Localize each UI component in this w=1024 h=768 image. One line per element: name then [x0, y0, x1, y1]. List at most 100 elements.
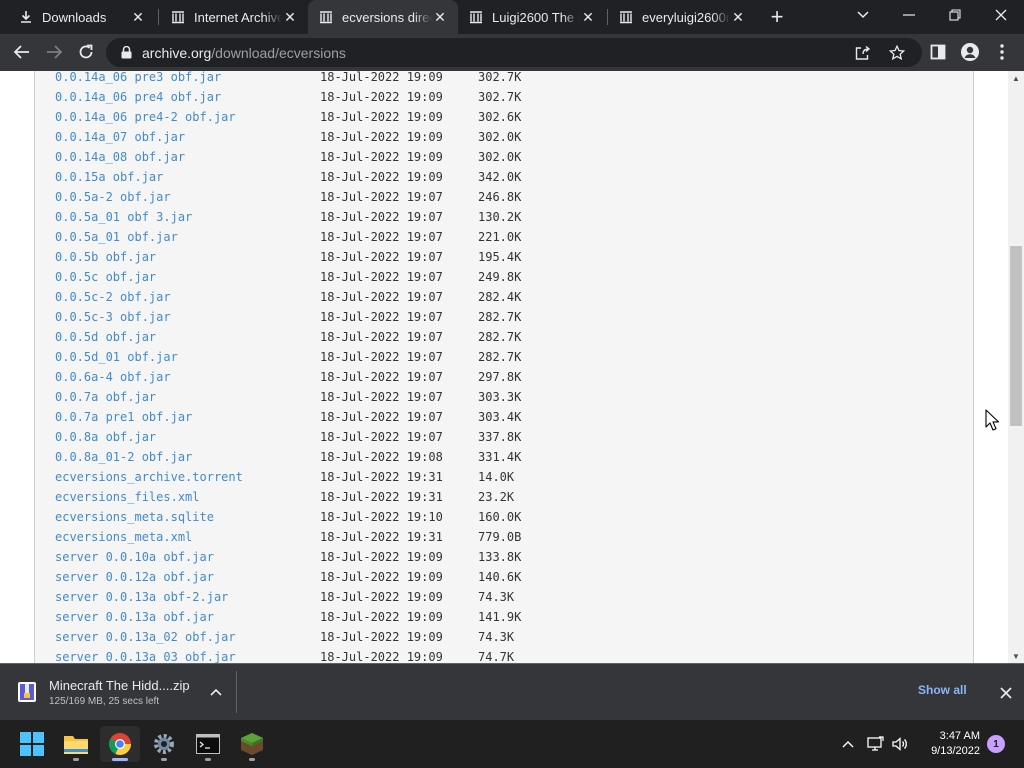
- restore-button[interactable]: [932, 0, 978, 30]
- close-icon[interactable]: ✕: [432, 9, 448, 25]
- taskbar-chrome[interactable]: [100, 726, 140, 762]
- browser-toolbar: archive.org/download/ecversions: [0, 34, 1024, 71]
- file-link[interactable]: server 0.0.13a obf.jar: [55, 607, 214, 627]
- scroll-down-arrow[interactable]: ▼: [1008, 649, 1024, 663]
- file-size: 342.0K: [478, 170, 522, 184]
- show-all-link[interactable]: Show all: [918, 683, 967, 697]
- file-link[interactable]: 0.0.14a_06 pre4-2 obf.jar: [55, 107, 236, 127]
- close-icon[interactable]: ✕: [730, 9, 746, 25]
- vertical-scrollbar[interactable]: ▲ ▼: [1008, 71, 1024, 663]
- menu-kebab-icon[interactable]: [992, 42, 1012, 62]
- archive-icon: [318, 9, 334, 25]
- file-link[interactable]: 0.0.5c-3 obf.jar: [55, 307, 171, 327]
- scroll-thumb[interactable]: [1010, 246, 1022, 426]
- tab-downloads[interactable]: Downloads ✕: [8, 0, 156, 34]
- tab-search-button[interactable]: [840, 0, 886, 30]
- download-item[interactable]: Minecraft The Hidd....zip 125/169 MB, 25…: [10, 670, 236, 714]
- taskbar-settings[interactable]: [144, 726, 184, 762]
- file-link[interactable]: 0.0.5a-2 obf.jar: [55, 187, 171, 207]
- close-shelf-button[interactable]: [996, 683, 1016, 703]
- taskbar-minecraft[interactable]: [232, 726, 272, 762]
- file-link[interactable]: 0.0.5a_01 obf.jar: [55, 227, 178, 247]
- scroll-up-arrow[interactable]: ▲: [1008, 71, 1024, 85]
- file-link[interactable]: 0.0.5c obf.jar: [55, 267, 156, 287]
- file-link[interactable]: 0.0.5d_01 obf.jar: [55, 347, 178, 367]
- forward-button[interactable]: [40, 38, 68, 66]
- minimize-button[interactable]: [886, 0, 932, 30]
- start-button[interactable]: [12, 726, 52, 762]
- file-link[interactable]: server 0.0.10a obf.jar: [55, 547, 214, 567]
- tab-strip: Downloads ✕ Internet Archive ✕ ecversion…: [0, 0, 1024, 34]
- tab-ecversions[interactable]: ecversions directory listing ✕: [308, 0, 458, 34]
- address-bar[interactable]: archive.org/download/ecversions: [106, 38, 922, 67]
- file-size: 74.3K: [478, 590, 515, 604]
- taskbar-terminal[interactable]: [188, 726, 228, 762]
- file-link[interactable]: 0.0.15a obf.jar: [55, 167, 163, 187]
- system-clock[interactable]: 3:47 AM 9/13/2022: [912, 729, 980, 759]
- file-size: 160.0K: [478, 510, 522, 524]
- file-link[interactable]: 0.0.5a_01 obf 3.jar: [55, 207, 192, 227]
- file-link[interactable]: 0.0.14a_06 pre3 obf.jar: [55, 71, 221, 87]
- notification-badge[interactable]: 1: [987, 735, 1005, 753]
- new-tab-button[interactable]: +: [764, 4, 790, 29]
- network-icon[interactable]: [866, 734, 886, 754]
- download-file-name: Minecraft The Hidd....zip: [49, 677, 190, 693]
- reload-button[interactable]: [72, 38, 100, 66]
- file-date: 18-Jul-2022 19:07: [320, 250, 443, 264]
- lock-icon[interactable]: [118, 45, 134, 61]
- close-icon[interactable]: ✕: [130, 9, 146, 25]
- start-icon: [20, 732, 44, 756]
- file-link[interactable]: 0.0.6a-4 obf.jar: [55, 367, 171, 387]
- star-icon[interactable]: [888, 44, 906, 62]
- file-link[interactable]: 0.0.5b obf.jar: [55, 247, 156, 267]
- side-panel-icon[interactable]: [928, 42, 948, 62]
- share-icon[interactable]: [854, 44, 872, 62]
- url-text[interactable]: archive.org/download/ecversions: [142, 45, 346, 61]
- profile-icon[interactable]: [960, 42, 980, 62]
- file-date: 18-Jul-2022 19:09: [320, 630, 443, 644]
- file-link[interactable]: 0.0.7a pre1 obf.jar: [55, 407, 192, 427]
- volume-icon[interactable]: [890, 734, 910, 754]
- file-link[interactable]: 0.0.5d obf.jar: [55, 327, 156, 347]
- file-link[interactable]: server 0.0.12a obf.jar: [55, 567, 214, 587]
- file-date: 18-Jul-2022 19:09: [320, 130, 443, 144]
- chevron-up-icon[interactable]: [838, 734, 858, 754]
- settings-icon: [154, 734, 174, 754]
- file-link[interactable]: ecversions_files.xml: [55, 487, 200, 507]
- close-icon: [995, 9, 1007, 21]
- tab-internet-archive[interactable]: Internet Archive ✕: [160, 0, 308, 34]
- close-window-button[interactable]: [978, 0, 1024, 30]
- file-link[interactable]: ecversions_meta.sqlite: [55, 507, 214, 527]
- taskbar-file-explorer[interactable]: [56, 726, 96, 762]
- close-icon[interactable]: ✕: [580, 9, 596, 25]
- back-button[interactable]: [8, 38, 36, 66]
- file-link[interactable]: server 0.0.13a_03 obf.jar: [55, 647, 236, 663]
- download-icon: [18, 9, 34, 25]
- file-link[interactable]: server 0.0.13a obf-2.jar: [55, 587, 228, 607]
- file-link[interactable]: 0.0.14a_06 pre4 obf.jar: [55, 87, 221, 107]
- mouse-cursor-icon: [985, 409, 999, 431]
- file-link[interactable]: 0.0.14a_08 obf.jar: [55, 147, 185, 167]
- file-link[interactable]: 0.0.7a obf.jar: [55, 387, 156, 407]
- clock-time: 3:47 AM: [939, 730, 980, 742]
- file-size: 303.4K: [478, 410, 522, 424]
- url-path: /download/ecversions: [211, 44, 346, 61]
- file-link[interactable]: 0.0.14a_07 obf.jar: [55, 127, 185, 147]
- close-icon[interactable]: ✕: [282, 9, 298, 25]
- file-link[interactable]: 0.0.8a_01-2 obf.jar: [55, 447, 192, 467]
- chevron-up-icon[interactable]: [206, 682, 226, 702]
- file-size: 302.6K: [478, 110, 522, 124]
- file-link[interactable]: ecversions_archive.torrent: [55, 467, 243, 487]
- file-date: 18-Jul-2022 19:09: [320, 71, 443, 84]
- file-link[interactable]: 0.0.8a obf.jar: [55, 427, 156, 447]
- running-indicator: [205, 758, 211, 761]
- file-size: 282.7K: [478, 310, 522, 324]
- file-date: 18-Jul-2022 19:10: [320, 510, 443, 524]
- tab-luigi2600[interactable]: Luigi2600 The Hidden Versions ✕: [458, 0, 606, 34]
- file-date: 18-Jul-2022 19:07: [320, 350, 443, 364]
- file-link[interactable]: server 0.0.13a_02 obf.jar: [55, 627, 236, 647]
- tab-everyluigi2600[interactable]: everyluigi2600minecraftversion ✕: [608, 0, 756, 34]
- shelf-divider: [236, 671, 237, 713]
- file-link[interactable]: ecversions_meta.xml: [55, 527, 192, 547]
- file-link[interactable]: 0.0.5c-2 obf.jar: [55, 287, 171, 307]
